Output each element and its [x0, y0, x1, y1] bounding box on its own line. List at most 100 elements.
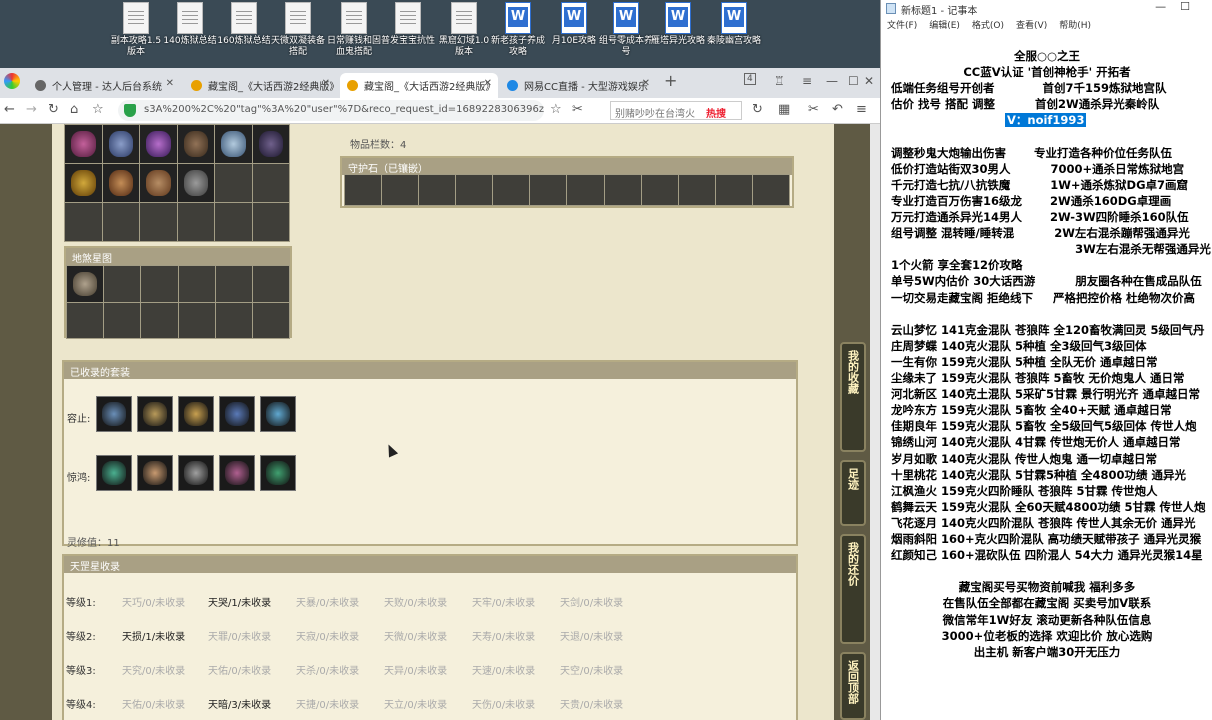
tiangang-star-entry[interactable]: 天退/0/未收录 — [560, 628, 623, 643]
inventory-slot[interactable] — [140, 203, 177, 241]
browser-logo-icon[interactable] — [4, 73, 20, 89]
close-icon[interactable]: ✕ — [484, 78, 492, 89]
close-window-button[interactable]: ✕ — [864, 74, 874, 88]
star-map-slot[interactable] — [104, 302, 141, 338]
desktop-file-icon[interactable]: 160炼狱总结 — [216, 2, 272, 47]
more-menu-icon[interactable]: ≡ — [856, 102, 867, 117]
tiangang-star-entry[interactable]: 天究/0/未收录 — [122, 662, 185, 677]
notepad-menu-item[interactable]: 文件(F) — [887, 21, 917, 31]
minimize-button[interactable]: — — [826, 74, 838, 88]
desktop-file-icon[interactable]: W 新老孩子养成攻略 — [490, 2, 546, 58]
tiangang-star-entry[interactable]: 天立/0/未收录 — [384, 696, 447, 711]
tiangang-star-entry[interactable]: 天速/0/未收录 — [472, 662, 535, 677]
maximize-button[interactable]: ☐ — [848, 74, 859, 88]
desktop-file-icon[interactable]: W 秦陵幽宫攻略 — [706, 2, 762, 47]
tab-cc-live[interactable]: 网易CC直播 - 大型游戏娱乐 ✕ — [500, 73, 656, 98]
tab-cangbaoge-2[interactable]: 藏宝阁_《大话西游2经典版》 ✕ — [340, 73, 498, 98]
inventory-slot[interactable] — [65, 125, 102, 163]
hot-search-label[interactable]: 热搜 — [706, 105, 726, 120]
tiangang-star-entry[interactable]: 天剑/0/未收录 — [560, 594, 623, 609]
suit-item[interactable] — [137, 455, 173, 491]
star-map-slot[interactable] — [252, 302, 289, 338]
back-to-top-button[interactable]: 返回顶部 — [840, 652, 866, 720]
tiangang-star-entry[interactable]: 天微/0/未收录 — [384, 628, 447, 643]
tiangang-star-entry[interactable]: 天贵/0/未收录 — [560, 696, 623, 711]
desktop-file-icon[interactable]: 副本攻略1.5版本 — [108, 2, 164, 58]
notepad-menu-item[interactable]: 格式(O) — [972, 21, 1004, 31]
inventory-slot[interactable] — [177, 203, 214, 241]
undo-icon[interactable]: ↶ — [832, 102, 843, 117]
inventory-slot[interactable] — [140, 164, 177, 202]
star-map-slot[interactable] — [215, 266, 252, 302]
tiangang-star-entry[interactable]: 天寿/0/未收录 — [472, 628, 535, 643]
tiangang-star-entry[interactable]: 天寂/0/未收录 — [296, 628, 359, 643]
suit-item[interactable] — [96, 455, 132, 491]
guardian-stone-slot[interactable] — [419, 175, 456, 205]
tab-count-badge[interactable]: 4 — [744, 73, 756, 85]
home-icon[interactable]: ⌂ — [70, 102, 78, 117]
desktop-file-icon[interactable]: 140炼狱总结 — [162, 2, 218, 47]
guardian-stone-slot[interactable] — [567, 175, 604, 205]
scissors-icon[interactable]: ✂ — [808, 102, 819, 117]
new-tab-button[interactable]: + — [664, 71, 677, 90]
guardian-stone-slot[interactable] — [641, 175, 678, 205]
tiangang-star-entry[interactable]: 天败/0/未收录 — [384, 594, 447, 609]
suit-item[interactable] — [178, 396, 214, 432]
suit-item[interactable] — [260, 396, 296, 432]
suit-item[interactable] — [219, 455, 255, 491]
tiangang-star-entry[interactable]: 天空/0/未收录 — [560, 662, 623, 677]
close-icon[interactable]: ✕ — [166, 78, 174, 89]
guardian-stone-slot[interactable] — [715, 175, 752, 205]
desktop-file-icon[interactable]: 日常赚钱和固血鬼搭配 — [326, 2, 382, 58]
guardian-stone-slot[interactable] — [493, 175, 530, 205]
guardian-stone-slot[interactable] — [382, 175, 419, 205]
notepad-text-area[interactable]: 全服○○之王 CC蓝V认证 '首创神枪手' 开拓者 低端任务组号开创者 首创7千15… — [881, 44, 1212, 720]
tiangang-star-entry[interactable]: 天损/1/未收录 — [122, 628, 185, 643]
inventory-slot[interactable] — [215, 164, 252, 202]
tiangang-star-entry[interactable]: 天暴/0/未收录 — [296, 594, 359, 609]
desktop-file-icon[interactable]: 天微双凝装备搭配 — [270, 2, 326, 58]
forward-icon[interactable]: → — [26, 102, 37, 117]
inventory-slot[interactable] — [65, 203, 102, 241]
tiangang-star-entry[interactable]: 天巧/0/未收录 — [122, 594, 185, 609]
inventory-slot[interactable] — [65, 164, 102, 202]
my-favorites-button[interactable]: 我的收藏 — [840, 342, 866, 452]
suit-item[interactable] — [137, 396, 173, 432]
inventory-slot[interactable] — [140, 125, 177, 163]
suit-item[interactable] — [260, 455, 296, 491]
menu-icon[interactable]: ≡ — [802, 74, 812, 88]
desktop-file-icon[interactable]: 黑窟幻域1.0版本 — [436, 2, 492, 58]
inventory-slot[interactable] — [252, 125, 289, 163]
desktop-file-icon[interactable]: W 雁塔异光攻略 — [650, 2, 706, 47]
tiangang-star-entry[interactable]: 天牢/0/未收录 — [472, 594, 535, 609]
inventory-slot[interactable] — [215, 203, 252, 241]
desktop-file-icon[interactable]: W 月10E攻略 — [546, 2, 602, 47]
my-bargain-button[interactable]: 我的还价 — [840, 534, 866, 644]
desktop-file-icon[interactable]: 普发宝宝抗性 — [380, 2, 436, 47]
refresh-icon[interactable]: ↻ — [752, 102, 763, 117]
star-map-slot[interactable] — [141, 302, 178, 338]
inventory-slot[interactable] — [177, 125, 214, 163]
star-map-slot[interactable] — [215, 302, 252, 338]
inventory-slot[interactable] — [252, 164, 289, 202]
star-map-slot[interactable] — [67, 302, 104, 338]
star-map-slot[interactable] — [178, 302, 215, 338]
inventory-slot[interactable] — [102, 203, 139, 241]
guardian-stone-slot[interactable] — [530, 175, 567, 205]
shirt-icon[interactable]: ♖ — [774, 74, 785, 88]
guardian-stone-slot[interactable] — [345, 175, 382, 205]
guardian-stone-slot[interactable] — [456, 175, 493, 205]
suit-item[interactable] — [96, 396, 132, 432]
tiangang-star-entry[interactable]: 天捷/0/未收录 — [296, 696, 359, 711]
inventory-slot[interactable] — [177, 164, 214, 202]
reload-icon[interactable]: ↻ — [48, 102, 59, 117]
star-map-slot[interactable] — [178, 266, 215, 302]
tiangang-star-entry[interactable]: 天异/0/未收录 — [384, 662, 447, 677]
tab-cangbaoge-1[interactable]: 藏宝阁_《大话西游2经典版》 ✕ — [184, 73, 336, 98]
close-icon[interactable]: ✕ — [322, 78, 330, 89]
tiangang-star-entry[interactable]: 天伤/0/未收录 — [472, 696, 535, 711]
inventory-slot[interactable] — [252, 203, 289, 241]
star-icon[interactable]: ☆ — [92, 102, 104, 117]
tiangang-star-entry[interactable]: 天杀/0/未收录 — [296, 662, 359, 677]
inventory-slot[interactable] — [215, 125, 252, 163]
